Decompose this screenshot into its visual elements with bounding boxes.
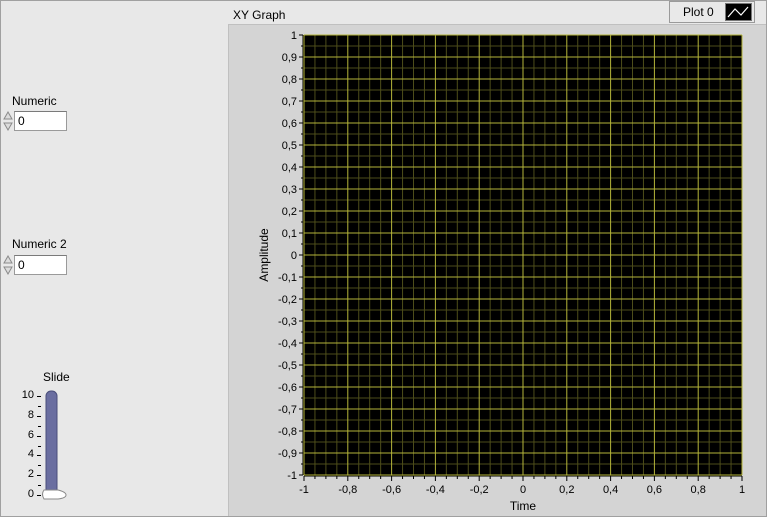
plot-line-icon [725,3,752,21]
y-tick-label: 0 [291,250,297,262]
y-tick-label: 0,8 [282,74,297,86]
slide-label: Slide [43,370,70,384]
decrement-arrow-icon[interactable] [2,121,14,132]
slide-tick-label: 4 [27,448,34,461]
numeric-input[interactable]: 0 [14,111,67,131]
y-tick-label: 0,3 [282,184,297,196]
slide-control[interactable] [40,388,70,504]
slide-tick-label: 10 [21,389,34,401]
y-tick-label: -0,7 [278,404,297,416]
x-tick-label: -0,8 [338,484,357,496]
numeric-2-input[interactable]: 0 [14,255,67,275]
y-tick-label: -0,8 [278,426,297,438]
x-tick-label: 0 [520,484,526,496]
y-tick-label: 0,1 [282,228,297,240]
y-tick-label: 0,5 [282,140,297,152]
y-tick-label: 0,9 [282,52,297,64]
y-tick-label: 0,2 [282,206,297,218]
x-tick-label: -0,2 [470,484,489,496]
y-tick-label: -0,3 [278,316,297,328]
y-tick-label: 0,4 [282,162,297,174]
y-tick-label: -0,2 [278,294,297,306]
y-axis: 1 0,9 0,8 0,7 0,6 0,5 0,4 0,3 0,2 0,1 0 -0,1 -0,2 -0,… [278,30,304,482]
slide-tick-label: 0 [27,488,34,500]
numeric-2-spinner[interactable] [2,254,14,276]
y-tick-label: -0,9 [278,448,297,460]
plot-legend[interactable]: Plot 0 [669,1,755,23]
y-tick-label: 1 [291,30,297,42]
x-tick-label: -0,6 [382,484,401,496]
y-tick-label: -0,4 [278,338,297,350]
x-tick-label: -1 [299,484,309,496]
x-tick-label: 0,4 [603,484,618,496]
x-axis-label: Time [510,499,537,513]
increment-arrow-icon[interactable] [2,254,14,265]
graph-title: XY Graph [233,8,286,22]
slide-thumb[interactable] [42,489,67,500]
x-tick-label: -0,4 [426,484,445,496]
x-tick-label: 0,2 [559,484,574,496]
y-tick-label: 0,6 [282,118,297,130]
numeric-label: Numeric [12,94,57,108]
slide-tick-label: 8 [27,408,34,421]
slide-tick-label: 6 [27,428,34,441]
increment-arrow-icon[interactable] [2,110,14,121]
y-axis-label: Amplitude [257,228,271,282]
numeric-2-control: 0 [2,254,67,276]
xy-graph[interactable]: 1 0,9 0,8 0,7 0,6 0,5 0,4 0,3 0,2 0,1 0 -0,1 -0,2 -0,… [228,24,765,515]
numeric-control: 0 [2,110,67,132]
y-tick-label: -0,1 [278,272,297,284]
numeric-2-label: Numeric 2 [12,237,67,251]
y-tick-label: -0,6 [278,382,297,394]
x-tick-label: 0,6 [647,484,662,496]
y-tick-label: 0,7 [282,96,297,108]
decrement-arrow-icon[interactable] [2,265,14,276]
x-axis: -1 -0,8 -0,6 -0,4 -0,2 0 0,2 0,4 0,6 0,8 1 [299,475,745,496]
x-tick-label: 0,8 [691,484,706,496]
x-tick-label: 1 [739,484,745,496]
y-tick-label: -1 [287,470,297,482]
major-grid [303,34,743,476]
y-tick-label: -0,5 [278,360,297,372]
slide-track[interactable] [45,390,58,500]
numeric-spinner[interactable] [2,110,14,132]
slide-tick-label: 2 [27,468,34,481]
legend-plot-label: Plot 0 [683,5,714,19]
